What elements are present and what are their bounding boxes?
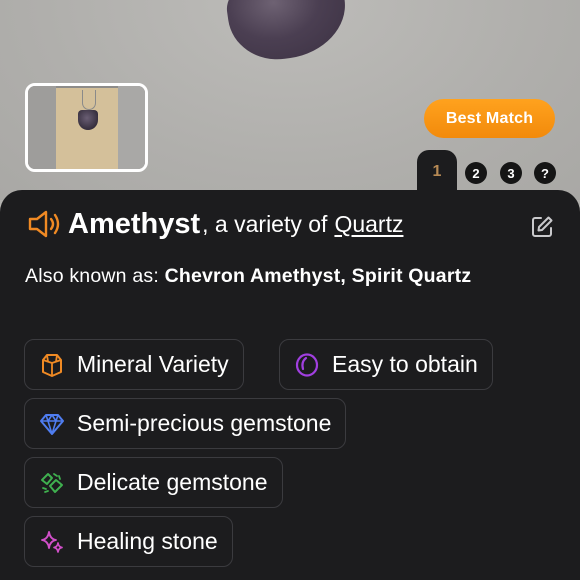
mineral-name: Amethyst (68, 207, 201, 240)
edit-icon[interactable] (530, 215, 554, 239)
also-known-label: Also known as: (25, 265, 159, 287)
result-tabs: 1 2 3 ? (417, 150, 580, 194)
photo-thumbnail[interactable] (25, 83, 148, 172)
crystal-icon (42, 353, 62, 377)
tab-help[interactable]: ? (534, 162, 556, 184)
ring-icon (295, 352, 319, 377)
sparkles-icon (41, 530, 63, 553)
speaker-icon[interactable] (26, 209, 62, 239)
chip-label: Easy to obtain (332, 351, 478, 377)
diamond-icon (40, 413, 64, 435)
also-known-as: Also known as: Chevron Amethyst, Spirit … (25, 259, 545, 293)
tab-1[interactable]: 1 (417, 150, 457, 194)
tab-3[interactable]: 3 (500, 162, 522, 184)
thumbnail-wall-right (118, 86, 145, 169)
chip-mineral-variety[interactable]: Mineral Variety (24, 339, 244, 390)
parent-mineral-link[interactable]: Quartz (334, 211, 403, 238)
thumbnail-pendant (78, 110, 98, 130)
chip-delicate-gemstone[interactable]: Delicate gemstone (24, 457, 283, 508)
chip-label: Delicate gemstone (77, 469, 268, 495)
chip-easy-to-obtain[interactable]: Easy to obtain (279, 339, 493, 390)
best-match-badge: Best Match (424, 99, 555, 138)
chip-label: Semi-precious gemstone (77, 410, 332, 436)
variety-text: , a variety of (202, 210, 328, 237)
chip-label: Mineral Variety (77, 351, 229, 377)
chip-semi-precious[interactable]: Semi-precious gemstone (24, 398, 347, 449)
chip-healing-stone[interactable]: Healing stone (24, 516, 233, 567)
thumbnail-chain (82, 90, 96, 110)
broken-gem-icon (41, 472, 63, 493)
chip-label: Healing stone (77, 528, 218, 554)
thumbnail-wall (28, 86, 56, 169)
result-title: Amethyst , a variety of Quartz (26, 207, 526, 241)
also-known-values: Chevron Amethyst, Spirit Quartz (164, 265, 472, 287)
tab-2[interactable]: 2 (465, 162, 487, 184)
